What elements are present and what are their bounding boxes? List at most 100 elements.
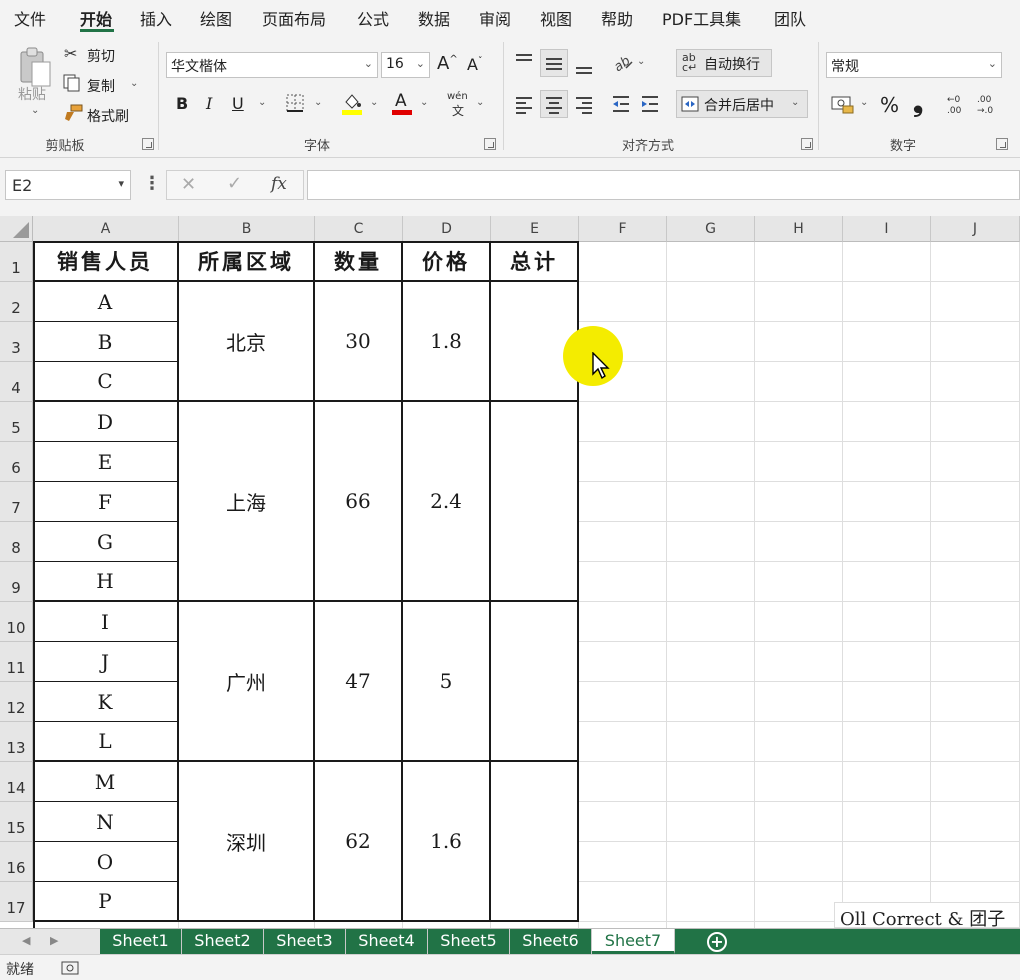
align-left-icon[interactable] bbox=[514, 94, 534, 114]
phonetic-dropdown-icon[interactable]: ⌄ bbox=[476, 97, 484, 108]
menu-review[interactable]: 审阅 bbox=[479, 6, 511, 30]
row-header-8[interactable]: 8 bbox=[0, 522, 33, 562]
salesperson-cell[interactable]: M bbox=[33, 762, 179, 802]
number-format-select[interactable]: 常规 ⌄ bbox=[826, 52, 1002, 78]
quantity-cell[interactable]: 47 bbox=[315, 602, 403, 762]
number-launcher-icon[interactable] bbox=[996, 138, 1008, 150]
row-header-11[interactable]: 11 bbox=[0, 642, 33, 682]
accessibility-icon[interactable] bbox=[61, 961, 79, 975]
borders-icon[interactable] bbox=[285, 93, 305, 113]
table-header-cell[interactable]: 价格 bbox=[403, 242, 491, 282]
menu-insert[interactable]: 插入 bbox=[140, 6, 172, 30]
salesperson-cell[interactable]: N bbox=[33, 802, 179, 842]
sheet-tab-sheet1[interactable]: Sheet1 bbox=[100, 929, 182, 954]
add-sheet-button[interactable]: + bbox=[707, 932, 727, 952]
insert-function-button[interactable]: fx bbox=[271, 174, 287, 194]
row-header-9[interactable]: 9 bbox=[0, 562, 33, 602]
paste-dropdown-icon[interactable]: ⌄ bbox=[31, 105, 39, 116]
align-top-icon[interactable] bbox=[514, 52, 534, 72]
salesperson-cell[interactable]: P bbox=[33, 882, 179, 922]
increase-font-size-button[interactable]: A^ bbox=[437, 53, 458, 74]
orientation-icon[interactable]: ab bbox=[611, 52, 634, 76]
row-header-10[interactable]: 10 bbox=[0, 602, 33, 642]
table-header-cell[interactable]: 数量 bbox=[315, 242, 403, 282]
align-right-icon[interactable] bbox=[574, 94, 594, 114]
salesperson-cell[interactable]: H bbox=[33, 562, 179, 602]
accounting-format-icon[interactable] bbox=[831, 94, 855, 114]
accounting-dropdown-icon[interactable]: ⌄ bbox=[860, 97, 868, 108]
menu-home[interactable]: 开始 bbox=[80, 6, 112, 30]
column-header-a[interactable]: A bbox=[33, 216, 179, 242]
scroll-right-icon[interactable]: ▶ bbox=[50, 934, 58, 947]
salesperson-cell[interactable]: K bbox=[33, 682, 179, 722]
row-header-4[interactable]: 4 bbox=[0, 362, 33, 402]
select-all-button[interactable] bbox=[0, 216, 33, 242]
column-header-i[interactable]: I bbox=[843, 216, 931, 242]
sheet-tab-sheet2[interactable]: Sheet2 bbox=[182, 929, 264, 954]
decrease-indent-icon[interactable] bbox=[611, 94, 631, 114]
font-size-select[interactable]: 16 ⌄ bbox=[381, 52, 430, 78]
phonetic-guide-button[interactable]: wén 文 bbox=[447, 91, 468, 119]
cut-button[interactable]: 剪切 bbox=[87, 46, 115, 66]
underline-dropdown-icon[interactable]: ⌄ bbox=[258, 97, 266, 108]
region-cell[interactable]: 深圳 bbox=[179, 762, 315, 922]
font-launcher-icon[interactable] bbox=[484, 138, 496, 150]
more-options-icon[interactable]: ⋮ bbox=[143, 173, 161, 194]
salesperson-cell[interactable]: B bbox=[33, 322, 179, 362]
font-color-dropdown-icon[interactable]: ⌄ bbox=[420, 97, 428, 108]
percent-style-button[interactable]: % bbox=[880, 93, 899, 117]
row-header-16[interactable]: 16 bbox=[0, 842, 33, 882]
price-cell[interactable]: 1.6 bbox=[403, 762, 491, 922]
menu-data[interactable]: 数据 bbox=[418, 6, 450, 30]
merge-center-button[interactable]: 合并后居中 ⌄ bbox=[676, 90, 808, 118]
salesperson-cell[interactable]: O bbox=[33, 842, 179, 882]
salesperson-cell[interactable]: L bbox=[33, 722, 179, 762]
table-header-cell[interactable]: 总计 bbox=[491, 242, 579, 282]
price-cell[interactable]: 1.8 bbox=[403, 282, 491, 402]
menu-pdf-tools[interactable]: PDF工具集 bbox=[662, 6, 741, 30]
column-header-e[interactable]: E bbox=[491, 216, 579, 242]
underline-button[interactable]: U bbox=[232, 94, 244, 113]
quantity-cell[interactable]: 30 bbox=[315, 282, 403, 402]
paste-button[interactable]: 粘贴 bbox=[18, 84, 46, 104]
wrap-text-button[interactable]: ab c↵ 自动换行 bbox=[676, 49, 772, 77]
menu-help[interactable]: 帮助 bbox=[601, 6, 633, 30]
sheet-tab-sheet6[interactable]: Sheet6 bbox=[510, 929, 592, 954]
menu-file[interactable]: 文件 bbox=[14, 6, 46, 30]
row-header-15[interactable]: 15 bbox=[0, 802, 33, 842]
salesperson-cell[interactable]: I bbox=[33, 602, 179, 642]
row-header-5[interactable]: 5 bbox=[0, 402, 33, 442]
salesperson-cell[interactable]: G bbox=[33, 522, 179, 562]
salesperson-cell[interactable]: J bbox=[33, 642, 179, 682]
row-header-3[interactable]: 3 bbox=[0, 322, 33, 362]
bold-button[interactable]: B bbox=[176, 94, 188, 113]
align-bottom-icon[interactable] bbox=[574, 56, 594, 76]
row-header-6[interactable]: 6 bbox=[0, 442, 33, 482]
copy-dropdown-icon[interactable]: ⌄ bbox=[130, 78, 138, 89]
formula-input[interactable] bbox=[307, 170, 1020, 200]
fill-color-dropdown-icon[interactable]: ⌄ bbox=[370, 97, 378, 108]
orientation-dropdown-icon[interactable]: ⌄ bbox=[637, 56, 645, 67]
column-header-f[interactable]: F bbox=[579, 216, 667, 242]
row-header-13[interactable]: 13 bbox=[0, 722, 33, 762]
column-header-h[interactable]: H bbox=[755, 216, 843, 242]
total-cell[interactable] bbox=[491, 402, 579, 602]
merge-dropdown-icon[interactable]: ⌄ bbox=[791, 97, 799, 108]
total-cell[interactable] bbox=[491, 762, 579, 922]
font-name-select[interactable]: 华文楷体 ⌄ bbox=[166, 52, 378, 78]
column-header-c[interactable]: C bbox=[315, 216, 403, 242]
table-header-cell[interactable]: 所属区域 bbox=[179, 242, 315, 282]
fill-color-icon[interactable] bbox=[341, 92, 363, 116]
salesperson-cell[interactable]: F bbox=[33, 482, 179, 522]
column-header-d[interactable]: D bbox=[403, 216, 491, 242]
increase-decimal-icon[interactable]: ←0.00 bbox=[946, 92, 970, 116]
copy-button[interactable]: 复制 bbox=[87, 76, 115, 96]
menu-page-layout[interactable]: 页面布局 bbox=[262, 6, 326, 30]
name-box[interactable]: E2 ▾ bbox=[5, 170, 131, 200]
format-painter-button[interactable]: 格式刷 bbox=[87, 106, 129, 126]
salesperson-cell[interactable]: A bbox=[33, 282, 179, 322]
total-cell[interactable] bbox=[491, 602, 579, 762]
alignment-launcher-icon[interactable] bbox=[801, 138, 813, 150]
clipboard-launcher-icon[interactable] bbox=[142, 138, 154, 150]
column-header-g[interactable]: G bbox=[667, 216, 755, 242]
